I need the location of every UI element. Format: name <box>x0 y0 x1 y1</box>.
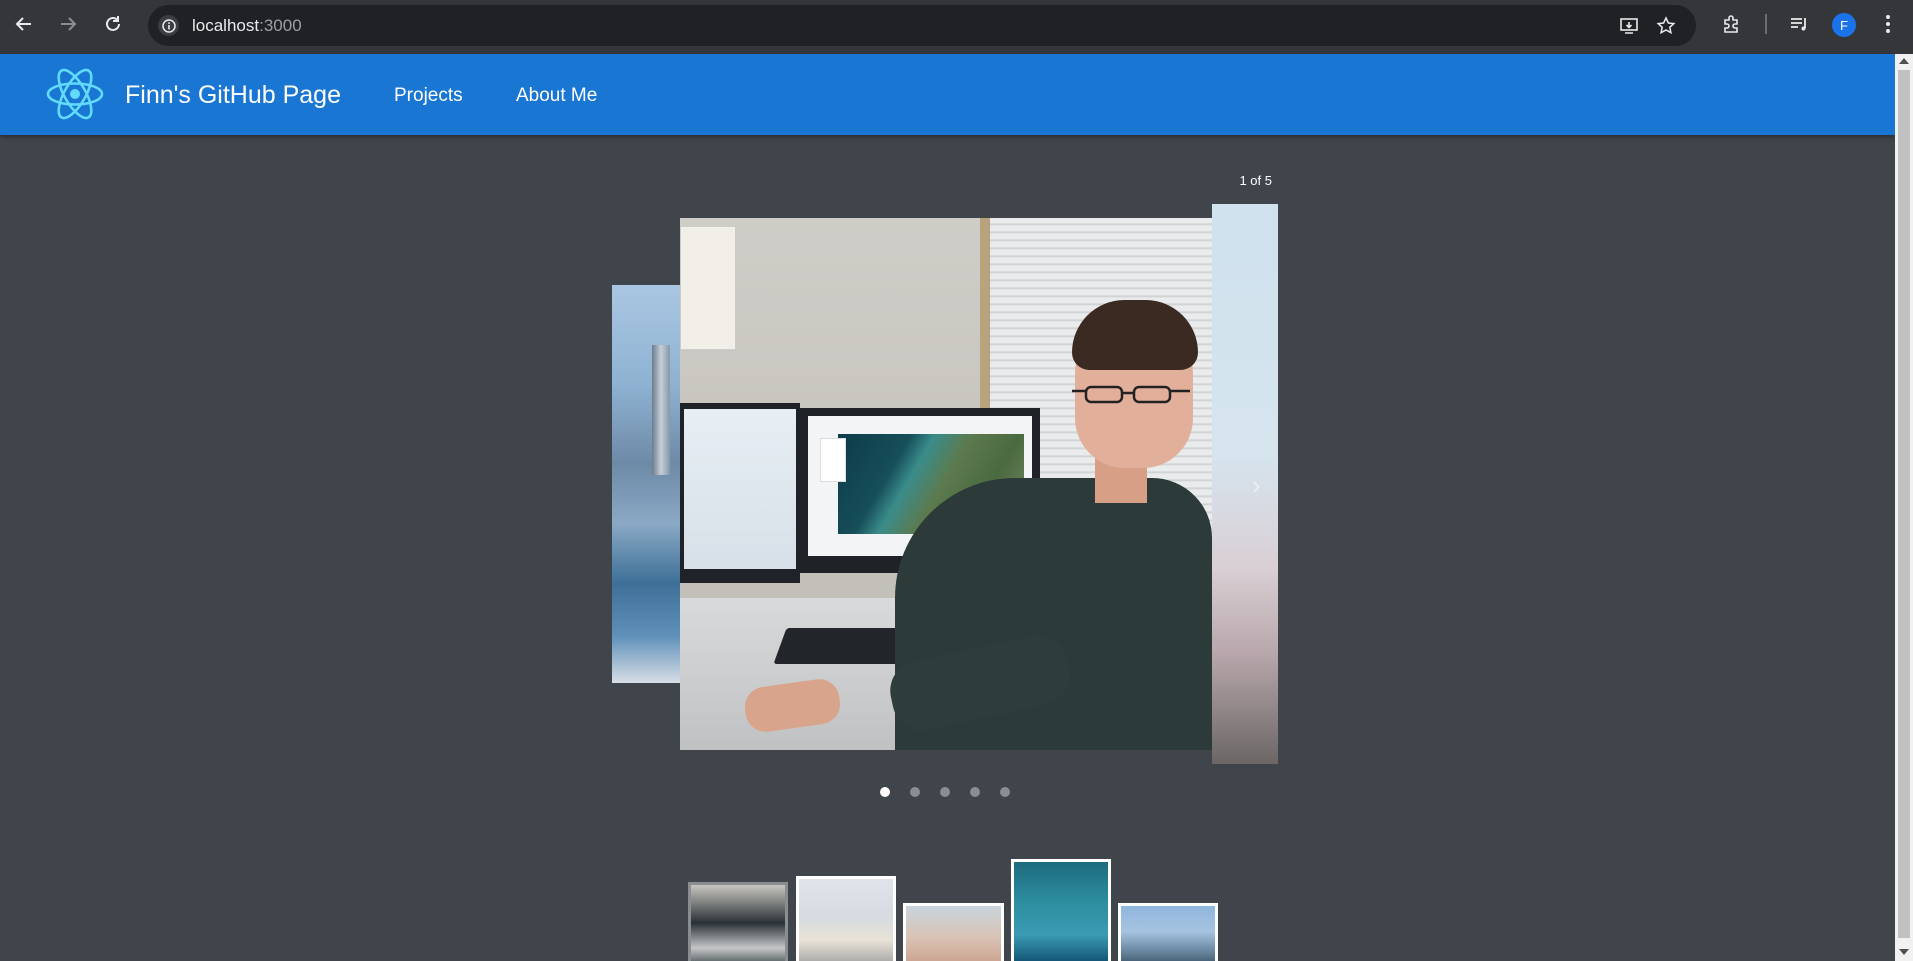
toolbar-divider <box>1765 14 1767 34</box>
site-header: Finn's GitHub Page Projects About Me <box>0 54 1895 135</box>
profile-avatar[interactable]: F <box>1832 13 1856 37</box>
glasses-icon <box>1072 385 1190 404</box>
carousel-dot-5[interactable] <box>1000 787 1010 797</box>
nav-link-projects[interactable]: Projects <box>394 85 463 107</box>
url-host: localhost <box>192 16 260 35</box>
extensions-icon[interactable] <box>1720 12 1744 36</box>
install-app-icon[interactable] <box>1618 15 1640 37</box>
reload-icon[interactable] <box>100 11 126 37</box>
site-info-icon[interactable] <box>158 15 179 36</box>
carousel-dot-4[interactable] <box>970 787 980 797</box>
current-slide-photo <box>680 218 1212 750</box>
back-arrow-icon[interactable] <box>11 11 37 37</box>
media-controls-icon[interactable] <box>1787 12 1811 36</box>
thumbnail-1[interactable] <box>688 882 788 961</box>
more-menu-icon[interactable] <box>1876 12 1900 36</box>
bookmark-star-icon[interactable] <box>1655 15 1677 37</box>
site-title[interactable]: Finn's GitHub Page <box>125 81 341 110</box>
react-logo-icon[interactable] <box>45 66 105 122</box>
forward-arrow-icon[interactable] <box>55 11 81 37</box>
previous-slide-peek[interactable] <box>612 285 680 683</box>
next-slide-peek[interactable] <box>1212 204 1278 764</box>
thumbnail-3[interactable] <box>903 903 1004 961</box>
map-legend-box <box>820 438 846 482</box>
slide-counter: 1 of 5 <box>1239 173 1272 188</box>
carousel-dot-3[interactable] <box>940 787 950 797</box>
scroll-thumb[interactable] <box>1898 70 1910 938</box>
page-scrollbar[interactable] <box>1895 54 1913 961</box>
url-port: :3000 <box>259 16 302 35</box>
carousel-dot-1[interactable] <box>880 787 890 797</box>
left-monitor-screen <box>684 409 796 569</box>
thumbnail-2[interactable] <box>796 876 896 961</box>
url-text[interactable]: localhost:3000 <box>192 16 302 36</box>
scroll-up-arrow-icon[interactable] <box>1899 58 1909 64</box>
skyscraper-image <box>652 345 670 475</box>
thumbnail-5[interactable] <box>1118 903 1218 961</box>
thumbnail-4[interactable] <box>1011 859 1111 961</box>
next-arrow-icon[interactable]: › <box>1252 472 1266 498</box>
left-monitor <box>680 403 800 583</box>
wall-calendar <box>680 226 736 350</box>
nav-link-about-me[interactable]: About Me <box>516 85 597 107</box>
browser-toolbar: localhost:3000 F <box>0 0 1913 54</box>
address-bar[interactable]: localhost:3000 <box>148 5 1696 46</box>
scroll-down-arrow-icon[interactable] <box>1899 949 1909 955</box>
carousel-dot-2[interactable] <box>910 787 920 797</box>
